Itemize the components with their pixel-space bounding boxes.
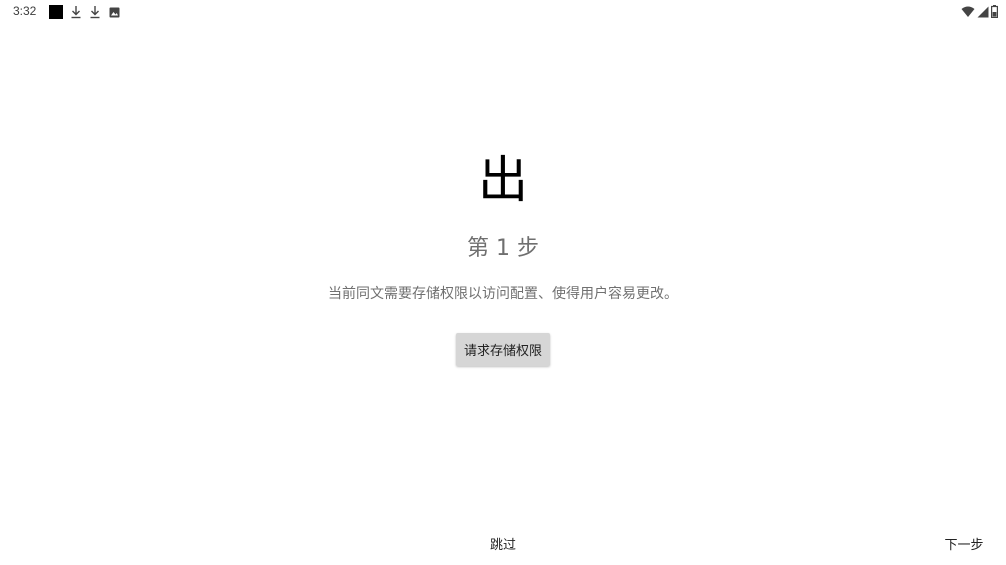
download-icon <box>70 5 82 19</box>
step-title: 第 1 步 <box>467 236 539 261</box>
notification-icons <box>49 4 120 20</box>
status-time: 3:32 <box>13 4 37 18</box>
status-bar: 3:32 <box>0 0 1006 24</box>
system-icons <box>961 3 999 22</box>
next-step-button[interactable]: 下一步 <box>936 531 992 555</box>
step-description: 当前同文需要存储权限以访问配置、使得用户容易更改。 <box>328 286 678 302</box>
skip-button[interactable]: 跳过 <box>478 531 528 555</box>
black-square-icon <box>49 5 63 19</box>
battery-icon <box>991 3 999 22</box>
signal-icon <box>977 3 989 22</box>
request-storage-permission-button[interactable]: 请求存储权限 <box>456 333 550 366</box>
app-logo-icon: 出 <box>478 151 528 209</box>
wifi-icon <box>961 3 975 22</box>
download-icon <box>89 5 101 19</box>
image-icon <box>108 5 120 19</box>
